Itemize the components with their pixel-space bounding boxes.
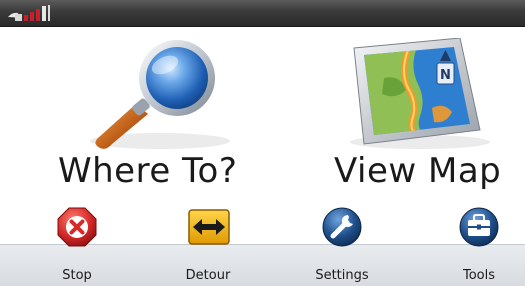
status-bar	[0, 0, 525, 27]
stop-label: Stop	[62, 268, 92, 283]
toolbox-icon	[459, 207, 499, 247]
svg-text:N: N	[440, 68, 451, 83]
detour-button[interactable]: Detour	[163, 206, 253, 286]
map-icon: N	[350, 38, 490, 149]
wrench-icon	[322, 207, 362, 247]
detour-arrows-icon	[188, 209, 230, 245]
settings-button[interactable]: Settings	[297, 206, 387, 286]
view-map-button[interactable]: N View Map	[320, 38, 510, 198]
stop-icon	[57, 207, 97, 247]
settings-label: Settings	[315, 268, 369, 283]
tools-button[interactable]: Tools	[434, 206, 524, 286]
tools-label: Tools	[462, 268, 496, 283]
view-map-label: View Map	[334, 151, 502, 191]
stop-button[interactable]: Stop	[32, 206, 122, 286]
magnifying-glass-icon	[90, 40, 230, 149]
device-screen: Where To? N View Map Stop Detour Setting…	[0, 0, 525, 286]
detour-label: Detour	[185, 268, 231, 283]
where-to-label: Where To?	[58, 151, 238, 191]
where-to-button[interactable]: Where To?	[50, 38, 250, 198]
satellite-signal-icon[interactable]	[6, 4, 54, 22]
